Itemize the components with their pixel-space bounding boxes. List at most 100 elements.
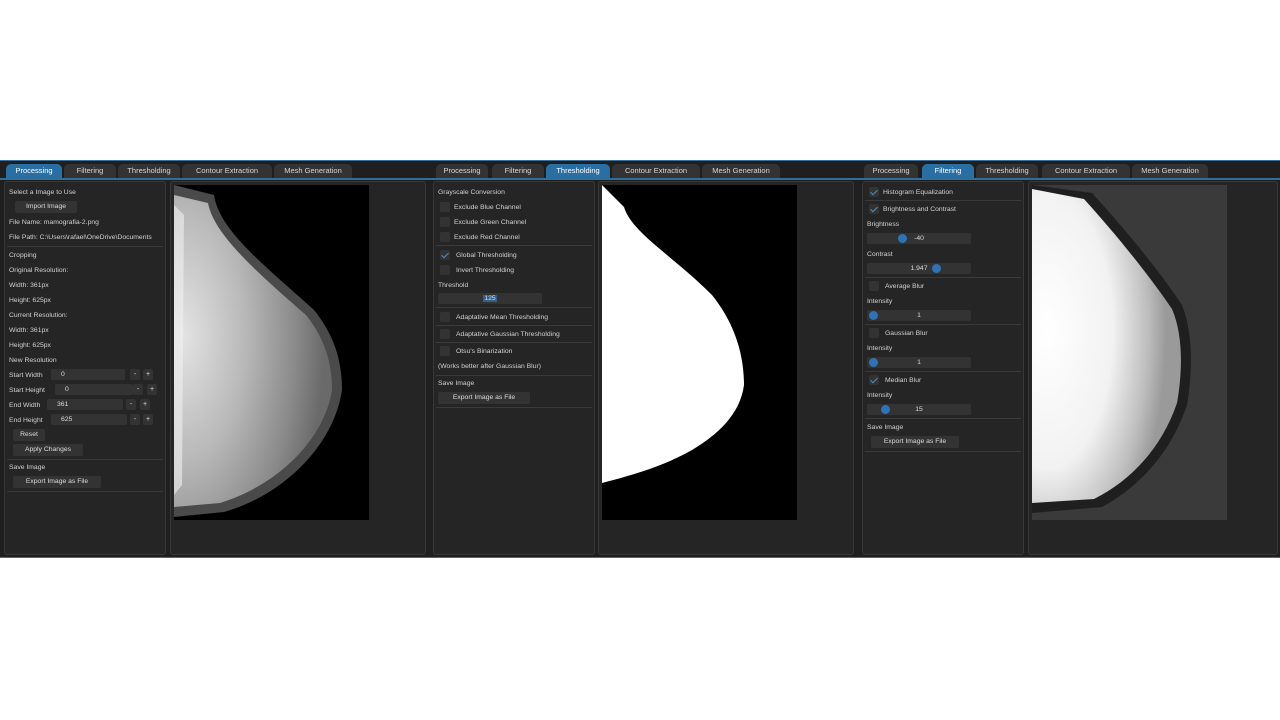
- import-image-button[interactable]: Import Image: [15, 201, 77, 213]
- median-intensity-slider[interactable]: 15: [867, 404, 971, 415]
- divider: [865, 371, 1021, 372]
- exclude-green-label: Exclude Green Channel: [454, 219, 527, 226]
- tab-contour-extraction[interactable]: Contour Extraction: [1042, 164, 1130, 178]
- export-image-button[interactable]: Export Image as File: [13, 476, 101, 488]
- gaussian-blur-label: Gaussian Blur: [885, 330, 928, 337]
- gaussian-intensity-knob[interactable]: [869, 358, 878, 367]
- brightness-slider-knob[interactable]: [898, 234, 907, 243]
- end-width-decrement-button[interactable]: -: [126, 399, 136, 410]
- tab-contour-extraction[interactable]: Contour Extraction: [612, 164, 700, 178]
- end-height-increment-button[interactable]: +: [143, 414, 153, 425]
- file-path-label: File Path: C:\Users\rafael\OneDrive\Docu…: [9, 234, 152, 241]
- exclude-green-checkbox[interactable]: [440, 217, 450, 227]
- tab-mesh-generation[interactable]: Mesh Generation: [1132, 164, 1208, 178]
- otsu-checkbox[interactable]: [440, 346, 450, 356]
- tab-bar: Processing Filtering Thresholding Contou…: [430, 161, 858, 180]
- invert-thresholding-checkbox[interactable]: [440, 265, 450, 275]
- grayscale-heading: Grayscale Conversion: [438, 189, 505, 196]
- end-width-increment-button[interactable]: +: [140, 399, 150, 410]
- tab-thresholding[interactable]: Thresholding: [976, 164, 1038, 178]
- tab-filtering[interactable]: Filtering: [64, 164, 116, 178]
- median-intensity-knob[interactable]: [881, 405, 890, 414]
- threshold-label: Threshold: [438, 282, 469, 289]
- tab-filtering[interactable]: Filtering: [492, 164, 544, 178]
- median-intensity-value: 15: [915, 406, 923, 413]
- apply-changes-button[interactable]: Apply Changes: [13, 444, 83, 456]
- current-resolution-label: Current Resolution:: [9, 312, 68, 319]
- tab-contour-extraction[interactable]: Contour Extraction: [182, 164, 272, 178]
- divider: [436, 307, 592, 308]
- export-image-button[interactable]: Export Image as File: [438, 392, 530, 404]
- start-height-decrement-button[interactable]: -: [133, 384, 143, 395]
- contrast-slider[interactable]: 1.947: [867, 263, 971, 274]
- thresholded-image: [602, 185, 797, 520]
- original-resolution-label: Original Resolution:: [9, 267, 69, 274]
- start-width-increment-button[interactable]: +: [143, 369, 153, 380]
- divider: [436, 375, 592, 376]
- tab-filtering[interactable]: Filtering: [922, 164, 974, 178]
- start-width-input[interactable]: 0: [51, 369, 125, 380]
- new-resolution-label: New Resolution: [9, 357, 57, 364]
- divider: [436, 245, 592, 246]
- tab-thresholding[interactable]: Thresholding: [118, 164, 180, 178]
- export-image-button[interactable]: Export Image as File: [871, 436, 959, 448]
- histogram-equalization-checkbox[interactable]: [869, 187, 879, 197]
- filtering-sidebar: Histogram Equalization Brightness and Co…: [862, 181, 1024, 555]
- exclude-blue-checkbox[interactable]: [440, 202, 450, 212]
- brightness-slider[interactable]: -40: [867, 233, 971, 244]
- tab-processing[interactable]: Processing: [6, 164, 62, 178]
- start-height-input[interactable]: 0: [55, 384, 133, 395]
- average-intensity-slider[interactable]: 1: [867, 310, 971, 321]
- end-width-input[interactable]: 361: [47, 399, 123, 410]
- median-blur-checkbox[interactable]: [869, 375, 879, 385]
- average-intensity-label: Intensity: [867, 298, 893, 305]
- average-blur-checkbox[interactable]: [869, 281, 879, 291]
- reset-button[interactable]: Reset: [13, 429, 45, 441]
- end-height-decrement-button[interactable]: -: [130, 414, 140, 425]
- exclude-blue-label: Exclude Blue Channel: [454, 204, 521, 211]
- start-height-increment-button[interactable]: +: [147, 384, 157, 395]
- file-name-label: File Name: mamografia-2.png: [9, 219, 99, 226]
- image-viewer: [170, 181, 426, 555]
- tab-processing[interactable]: Processing: [436, 164, 488, 178]
- gaussian-intensity-value: 1: [917, 359, 921, 366]
- divider: [436, 342, 592, 343]
- adaptive-gaussian-checkbox[interactable]: [440, 329, 450, 339]
- median-intensity-label: Intensity: [867, 392, 893, 399]
- histogram-equalization-label: Histogram Equalization: [883, 189, 953, 196]
- tab-thresholding[interactable]: Thresholding: [546, 164, 610, 178]
- otsu-label: Otsu's Binarization: [456, 348, 513, 355]
- contrast-value: 1.947: [910, 265, 928, 272]
- tab-processing[interactable]: Processing: [864, 164, 918, 178]
- end-height-input[interactable]: 625: [51, 414, 127, 425]
- tab-mesh-generation[interactable]: Mesh Generation: [702, 164, 780, 178]
- global-thresholding-checkbox[interactable]: [440, 250, 450, 260]
- save-image-heading: Save Image: [438, 380, 475, 387]
- image-viewer: [1028, 181, 1278, 555]
- end-width-label: End Width: [9, 402, 41, 409]
- average-intensity-knob[interactable]: [869, 311, 878, 320]
- tab-mesh-generation[interactable]: Mesh Generation: [274, 164, 352, 178]
- threshold-slider[interactable]: 125: [438, 293, 542, 304]
- adaptive-mean-checkbox[interactable]: [440, 312, 450, 322]
- divider: [865, 451, 1021, 452]
- image-viewer: [598, 181, 854, 555]
- current-width-label: Width: 361px: [9, 327, 49, 334]
- gaussian-intensity-label: Intensity: [867, 345, 893, 352]
- start-width-label: Start Width: [9, 372, 43, 379]
- brightness-contrast-checkbox[interactable]: [869, 204, 879, 214]
- threshold-value: 125: [483, 295, 497, 302]
- save-image-heading: Save Image: [9, 464, 46, 471]
- start-width-decrement-button[interactable]: -: [130, 369, 140, 380]
- divider: [436, 325, 592, 326]
- contrast-slider-knob[interactable]: [932, 264, 941, 273]
- gaussian-blur-checkbox[interactable]: [869, 328, 879, 338]
- start-height-label: Start Height: [9, 387, 45, 394]
- mammogram-original-image: [174, 185, 369, 520]
- average-intensity-value: 1: [917, 312, 921, 319]
- divider: [7, 459, 163, 460]
- gaussian-intensity-slider[interactable]: 1: [867, 357, 971, 368]
- processing-sidebar: Select a Image to Use Import Image File …: [4, 181, 166, 555]
- exclude-red-checkbox[interactable]: [440, 232, 450, 242]
- thresholding-sidebar: Grayscale Conversion Exclude Blue Channe…: [433, 181, 595, 555]
